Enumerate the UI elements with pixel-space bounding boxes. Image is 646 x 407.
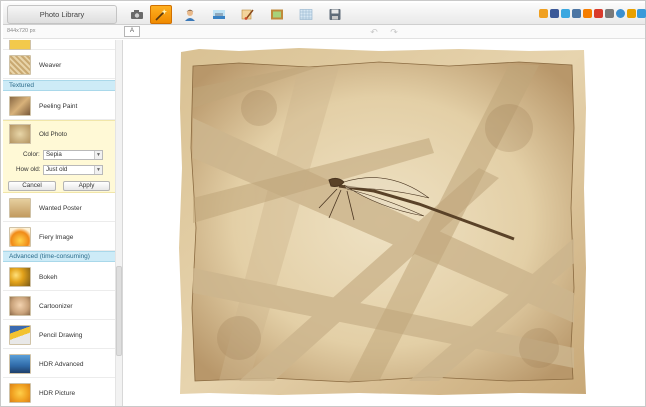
save-icon[interactable]	[324, 5, 346, 24]
effect-label: Bokeh	[39, 274, 58, 281]
color-select[interactable]: Sepia ▼	[43, 150, 103, 160]
chevron-down-icon: ▼	[94, 166, 102, 174]
effect-label: Fiery Image	[39, 234, 74, 241]
effect-label: Pencil Drawing	[39, 332, 83, 339]
brush-icon[interactable]	[237, 5, 259, 24]
settings-icon[interactable]	[616, 9, 625, 18]
how-old-select[interactable]: Just old ▼	[43, 165, 103, 175]
myspace-icon[interactable]	[605, 9, 614, 18]
peeling-paint-thumb-icon	[9, 96, 31, 116]
wanted-poster-thumb-icon	[9, 198, 31, 218]
effect-item-bokeh[interactable]: Bokeh	[3, 263, 115, 291]
landscape-icon[interactable]	[208, 5, 230, 24]
effect-label: HDR Advanced	[39, 361, 84, 368]
portrait-icon[interactable]	[179, 5, 201, 24]
partial-thumb-icon	[9, 40, 31, 50]
frame-icon[interactable]	[266, 5, 288, 24]
category-textured: Textured	[3, 80, 115, 91]
effect-item-weaver[interactable]: Weaver	[3, 51, 115, 79]
delicious-icon[interactable]	[594, 9, 603, 18]
compare-button[interactable]: A	[124, 26, 140, 37]
magic-wand-icon[interactable]	[150, 5, 172, 24]
how-old-select-value: Just old	[46, 166, 68, 173]
image-dimensions: 844x720 px	[7, 28, 36, 34]
vk-icon[interactable]	[572, 9, 581, 18]
top-toolbar: Photo Library	[3, 3, 646, 25]
category-advanced: Advanced (time-consuming)	[3, 251, 115, 262]
sidebar-scrollbar-thumb[interactable]	[116, 266, 122, 356]
redo-icon[interactable]: ↷	[388, 27, 400, 37]
effect-label: Peeling Paint	[39, 103, 78, 110]
hdr-picture-thumb-icon	[9, 383, 31, 403]
effect-label[interactable]: Old Photo	[39, 131, 67, 138]
effect-item-fiery-image[interactable]: Fiery Image	[3, 223, 115, 251]
texture-icon[interactable]	[295, 5, 317, 24]
cartoonizer-thumb-icon	[9, 296, 31, 316]
pencil-drawing-thumb-icon	[9, 325, 31, 345]
fiery-image-thumb-icon	[9, 227, 31, 247]
color-select-value: Sepia	[46, 151, 62, 158]
twitter-icon[interactable]	[561, 9, 570, 18]
fullscreen-icon[interactable]	[637, 9, 646, 18]
dragonfly-sepia-photo	[179, 48, 586, 395]
weaver-thumb-icon	[9, 55, 31, 75]
effect-item-hdr-advanced[interactable]: HDR Advanced	[3, 350, 115, 378]
cancel-button[interactable]: Cancel	[8, 181, 56, 191]
effect-item-old-photo-expanded: Old Photo Color: Sepia ▼ How old: Just o…	[3, 120, 115, 193]
effect-label: Weaver	[39, 62, 62, 69]
bokeh-thumb-icon	[9, 267, 31, 287]
effect-item-hdr-picture[interactable]: HDR Picture	[3, 379, 115, 406]
app-window: Photo Library 844x720 px A ↶ ↷ Weaver Te…	[0, 0, 646, 407]
chevron-down-icon: ▼	[94, 151, 102, 159]
effect-item-wanted-poster[interactable]: Wanted Poster	[3, 194, 115, 222]
apply-button[interactable]: Apply	[63, 181, 110, 191]
blogger-icon[interactable]	[583, 9, 592, 18]
hdr-advanced-thumb-icon	[9, 354, 31, 374]
facebook-icon[interactable]	[550, 9, 559, 18]
image-canvas[interactable]	[124, 40, 645, 406]
old-photo-thumb-icon	[9, 124, 31, 144]
effects-sidebar: Weaver Textured Peeling Paint Old Photo …	[3, 40, 123, 406]
list-item[interactable]	[3, 40, 115, 50]
effect-label: HDR Picture	[39, 390, 76, 397]
photo-library-tab[interactable]: Photo Library	[7, 5, 117, 24]
effect-item-peeling-paint[interactable]: Peeling Paint	[3, 92, 115, 120]
effect-item-cartoonizer[interactable]: Cartoonizer	[3, 292, 115, 320]
how-old-label: How old:	[16, 166, 41, 173]
effect-label: Wanted Poster	[39, 205, 82, 212]
info-bar: 844x720 px A ↶ ↷	[3, 25, 645, 39]
home-icon[interactable]	[539, 9, 548, 18]
undo-icon[interactable]: ↶	[368, 27, 380, 37]
mail-icon[interactable]	[627, 9, 636, 18]
effect-item-pencil-drawing[interactable]: Pencil Drawing	[3, 321, 115, 349]
effect-label: Cartoonizer	[39, 303, 73, 310]
color-label: Color:	[23, 151, 40, 158]
camera-icon[interactable]	[126, 5, 148, 24]
